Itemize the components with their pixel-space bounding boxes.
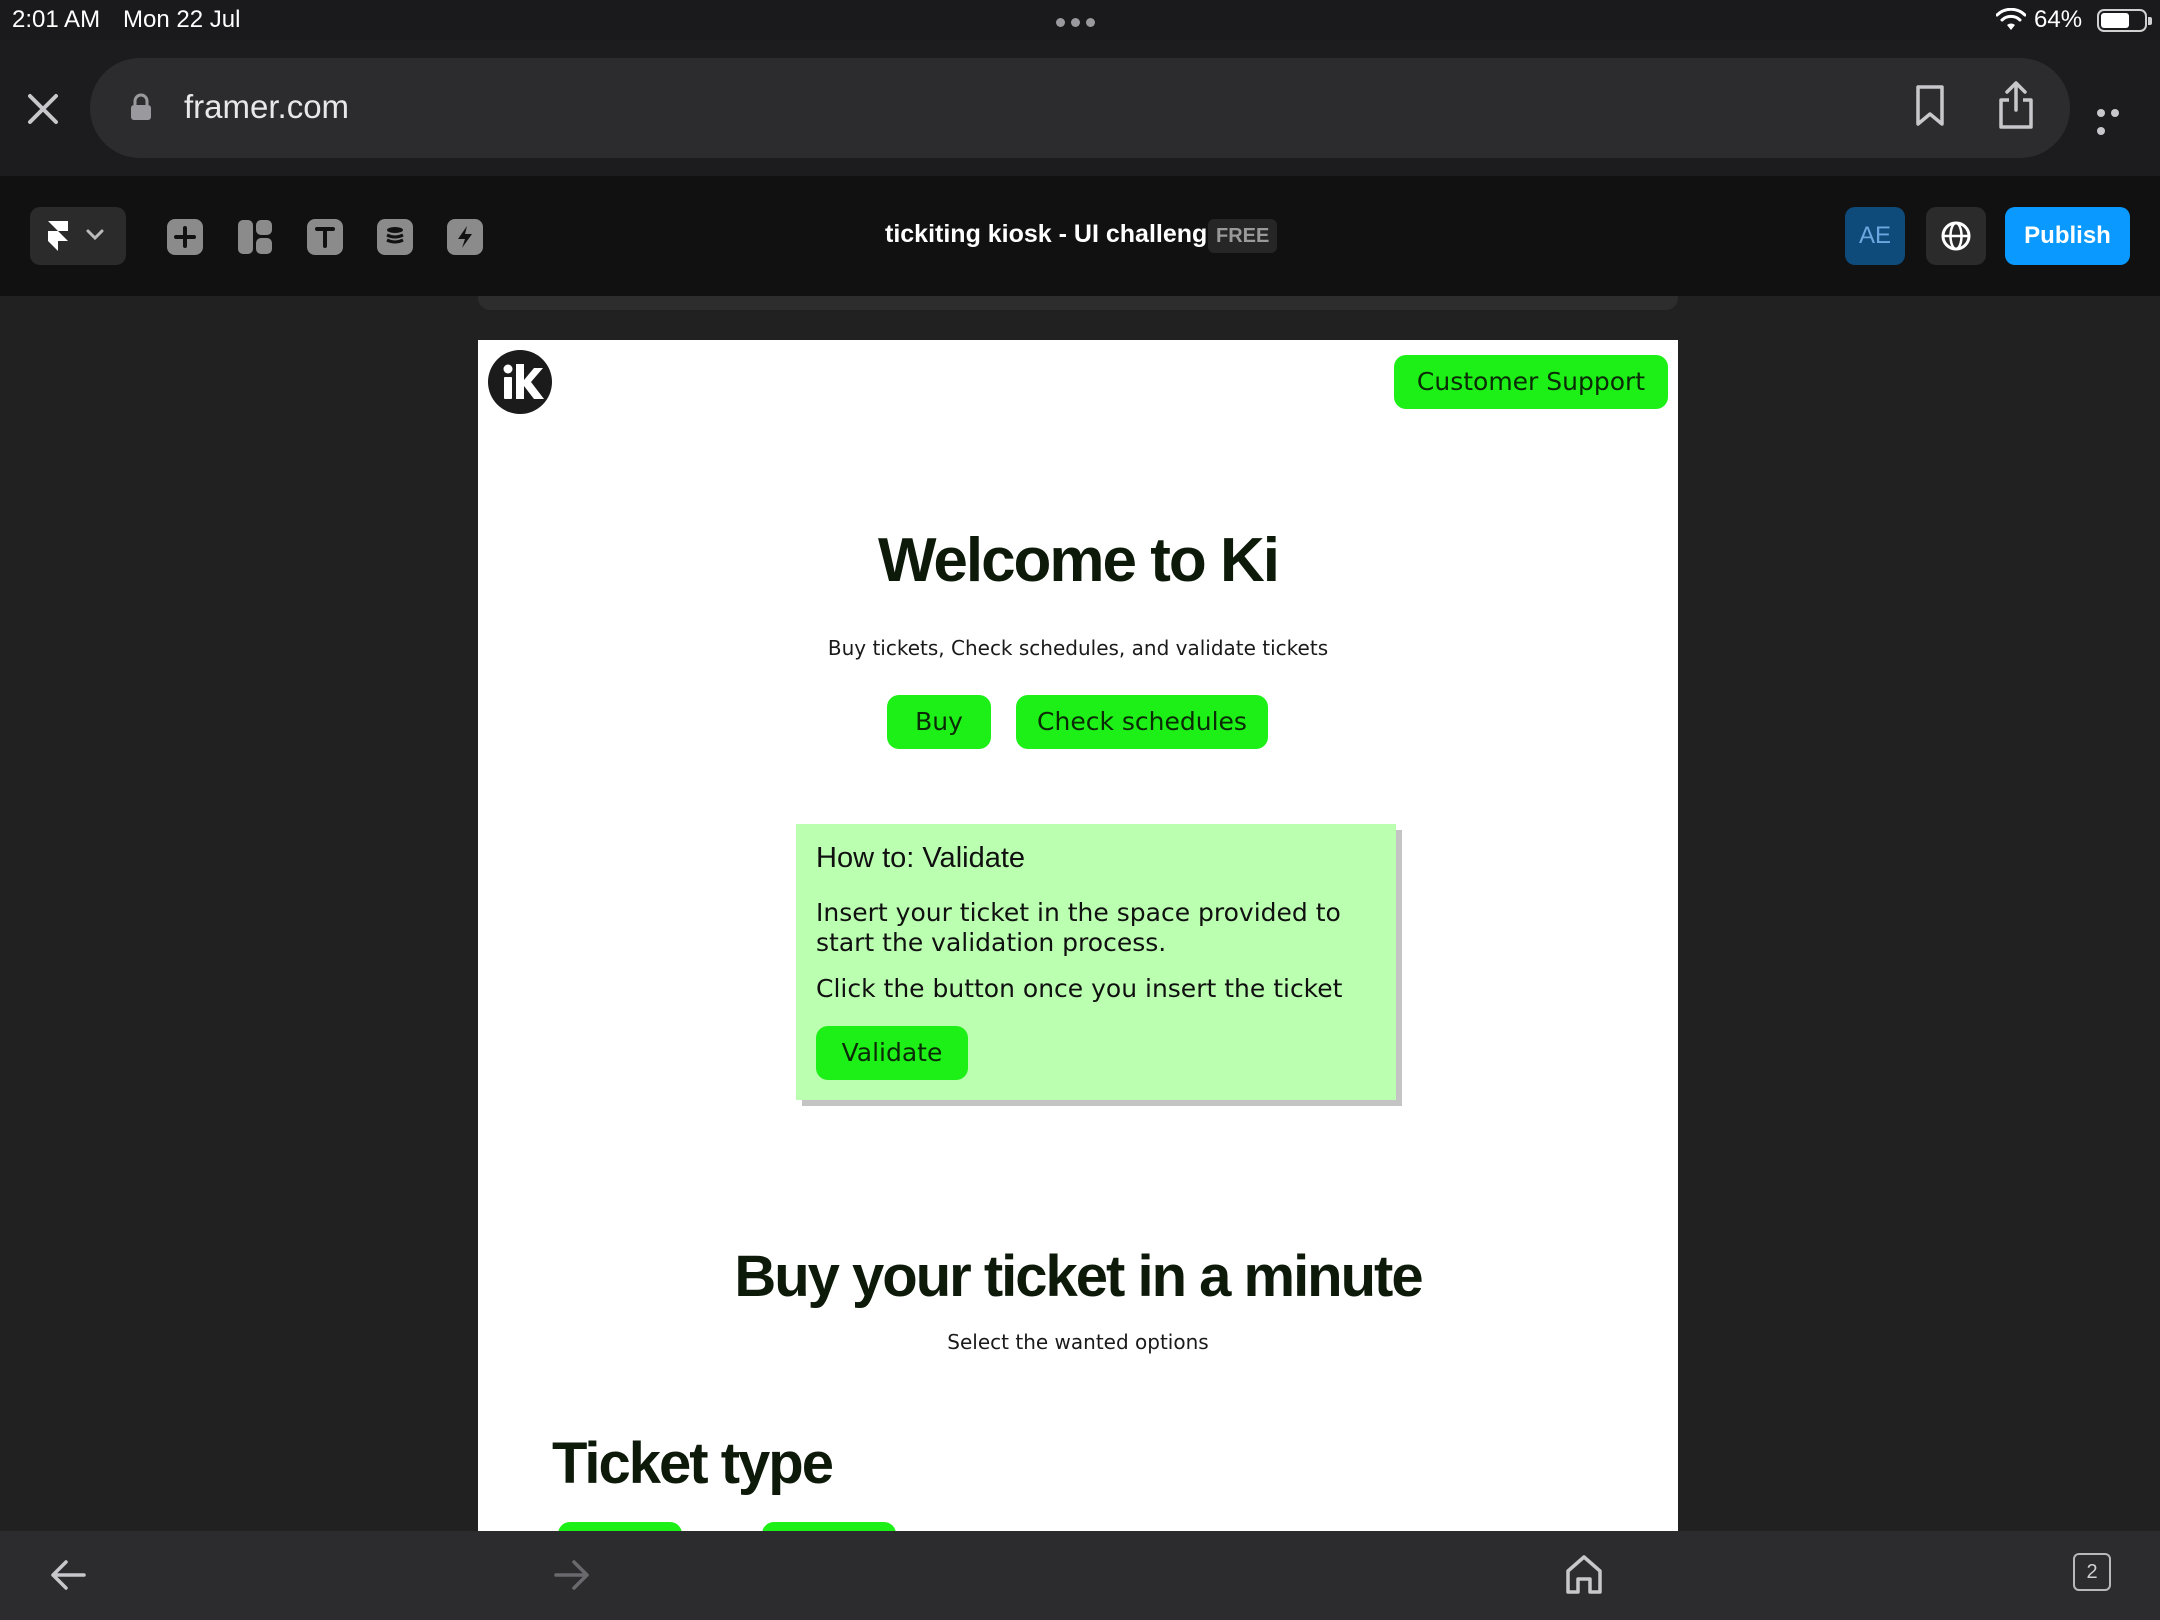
buy-section-title: Buy your ticket in a minute — [734, 1244, 1423, 1309]
more-icon[interactable] — [2097, 104, 2137, 135]
avatar[interactable]: AE — [1845, 207, 1905, 265]
framer-menu-button[interactable] — [30, 207, 126, 265]
customer-support-button[interactable]: Customer Support — [1394, 355, 1668, 409]
validate-button[interactable]: Validate — [816, 1026, 968, 1080]
browser-address-row: framer.com — [0, 40, 2160, 176]
url-text[interactable]: framer.com — [184, 88, 349, 126]
battery-percent: 64% — [2034, 6, 2083, 33]
ki-logo[interactable] — [488, 350, 552, 414]
lock-icon — [131, 93, 151, 120]
howto-validate-card: How to: Validate Insert your ticket in t… — [796, 824, 1396, 1100]
buy-section-subtitle: Select the wanted options — [947, 1330, 1209, 1354]
howto-title: How to: Validate — [816, 842, 1026, 874]
battery-icon — [2097, 9, 2152, 32]
bookmark-icon[interactable] — [1913, 84, 1947, 128]
close-icon[interactable] — [22, 88, 64, 130]
frame-scroll-indicator — [478, 296, 1678, 310]
howto-paragraph: Insert your ticket in the space provided… — [816, 898, 1341, 957]
status-bar: 2:01 AM Mon 22 Jul 64% — [0, 0, 2160, 40]
ki-logo-icon — [503, 364, 544, 399]
share-icon[interactable] — [1996, 80, 2036, 130]
ticket-type-title: Ticket type — [552, 1431, 834, 1496]
tabs-icon[interactable]: 2 — [2073, 1553, 2111, 1591]
site-frame[interactable]: Customer Support Welcome to Ki Buy ticke… — [478, 340, 1678, 1531]
url-bar[interactable]: framer.com — [90, 58, 2070, 158]
plus-icon[interactable] — [167, 219, 203, 255]
preview-button[interactable] — [1926, 207, 1986, 265]
design-canvas[interactable]: Customer Support Welcome to Ki Buy ticke… — [0, 296, 2160, 1531]
layout-icon[interactable] — [237, 219, 273, 255]
back-arrow-icon[interactable] — [48, 1557, 88, 1593]
database-icon[interactable] — [377, 219, 413, 255]
wifi-icon — [1996, 8, 2026, 30]
publish-button[interactable]: Publish — [2005, 207, 2130, 265]
bolt-icon[interactable] — [447, 219, 483, 255]
browser-bottom-bar: 2 — [0, 1531, 2160, 1620]
ticket-type-option[interactable] — [762, 1522, 896, 1531]
plan-badge: FREE — [1208, 219, 1278, 253]
welcome-title: Welcome to Ki — [877, 526, 1280, 595]
buy-button[interactable]: Buy — [887, 695, 991, 749]
forward-arrow-icon[interactable] — [552, 1557, 592, 1593]
check-schedules-button[interactable]: Check schedules — [1016, 695, 1268, 749]
welcome-subtitle: Buy tickets, Check schedules, and valida… — [827, 636, 1329, 660]
status-date: Mon 22 Jul — [123, 6, 241, 33]
framer-toolbar: tickiting kiosk - UI challeng FREE AE Pu… — [0, 176, 2160, 296]
home-icon[interactable] — [1564, 1553, 1604, 1595]
project-title[interactable]: tickiting kiosk - UI challeng — [885, 220, 1207, 249]
chevron-down-icon — [86, 229, 104, 241]
framer-logo-icon — [48, 221, 68, 251]
ticket-type-option[interactable] — [558, 1522, 682, 1531]
globe-icon — [1941, 221, 1971, 251]
multitask-dots-icon[interactable] — [1056, 14, 1104, 27]
text-icon[interactable] — [307, 219, 343, 255]
status-time: 2:01 AM — [12, 6, 101, 33]
howto-instruction: Click the button once you insert the tic… — [816, 974, 1343, 1003]
